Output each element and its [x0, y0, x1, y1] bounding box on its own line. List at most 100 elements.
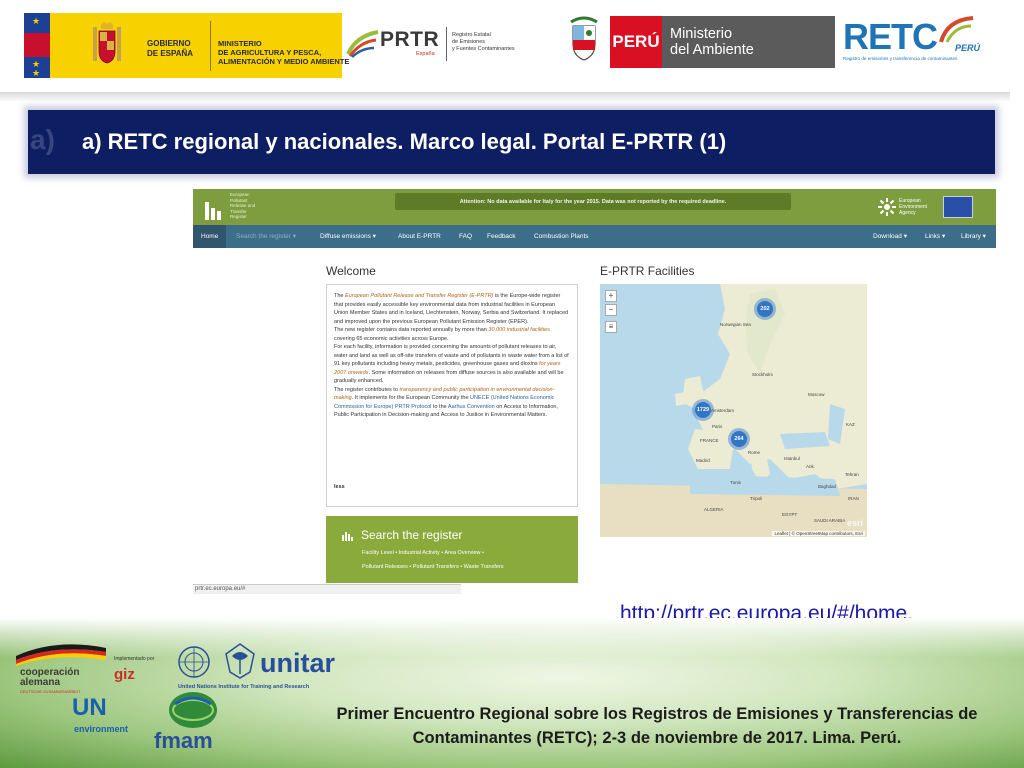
map-label: Tehran	[845, 472, 859, 477]
nav-feedback[interactable]: Feedback	[487, 225, 516, 248]
welcome-paragraph-4: The register contributes to transparency…	[334, 386, 558, 419]
map-zoom-in-button[interactable]: +	[605, 290, 617, 302]
fmam-logo: fmam	[154, 728, 213, 753]
map-cluster-marker[interactable]: 202	[754, 298, 776, 320]
prtr-swoosh-icon	[346, 30, 379, 58]
map-label: SAUDI ARABIA	[814, 518, 846, 523]
map-label: Moscow	[808, 392, 825, 397]
nav-home[interactable]: Home	[193, 225, 227, 248]
retc-peru-label: PERÚ	[955, 43, 981, 53]
welcome-paragraph-1: The European Pollutant Release and Trans…	[334, 293, 569, 325]
implementado-label: Implementado por	[114, 656, 155, 662]
map-label: FRANCE	[700, 438, 719, 443]
event-caption: Primer Encuentro Regional sobre los Regi…	[336, 705, 978, 747]
welcome-text-box: The European Pollutant Release and Trans…	[326, 284, 578, 507]
facilities-heading: E-PRTR Facilities	[600, 264, 695, 278]
map-label: Baghdad	[818, 484, 837, 489]
eprtr-link[interactable]: European Pollutant Release and Transfer …	[345, 293, 493, 299]
gef-globe-icon	[169, 692, 217, 728]
retc-peru-logo: RETC PERÚ Registro de emisiones y transf…	[843, 16, 989, 66]
map-label: Tunis	[730, 480, 741, 485]
search-register-title[interactable]: Search the register	[361, 528, 462, 542]
map-cluster-marker[interactable]: 264	[728, 428, 750, 450]
coop-text: cooperación alemana	[20, 667, 80, 688]
giz-logo: giz	[114, 666, 135, 683]
eprtr-logo-text: European Pollutant Release and Transfer …	[230, 192, 256, 219]
eprtr-header: European Pollutant Release and Transfer …	[193, 189, 996, 225]
eea-flower-icon	[878, 198, 896, 216]
welcome-paragraph-3: For each facility, information is provid…	[334, 344, 569, 384]
retc-leaf-icon	[939, 16, 974, 43]
map-attribution[interactable]: Leaflet | © OpenStreetMap contributors, …	[772, 531, 865, 536]
map-label: Tripoli	[750, 496, 763, 501]
gobierno-espana-logo: ★ ★ ★ GOBIERNO DE ESPAÑA MINISTERIO DE A…	[24, 13, 349, 78]
footer-fade	[0, 618, 1024, 658]
map-label: Paris	[712, 424, 723, 429]
prtr-espana-logo: PRTR España Registro Estatal de Emisione…	[346, 24, 536, 68]
title-ghost-text: a)	[30, 124, 55, 155]
search-register-panel[interactable]: Search the register Facility Level • Ind…	[326, 516, 578, 583]
welcome-heading: Welcome	[326, 264, 376, 278]
peru-label: PERÚ	[610, 16, 662, 68]
facilities-map[interactable]: + − ≡ 202 1729 264 Norwegian Sea Stockho…	[600, 284, 867, 537]
eprtr-navbar: Home Search the register ▾ Diffuse emiss…	[193, 225, 996, 248]
map-label: Ank.	[806, 464, 816, 469]
nav-library[interactable]: Library ▾	[961, 225, 986, 248]
nav-download[interactable]: Download ▾	[873, 225, 907, 248]
esri-logo: esri	[846, 518, 863, 528]
nav-about[interactable]: About E-PRTR	[398, 225, 441, 248]
spain-coat-of-arms-icon	[93, 22, 121, 64]
prtr-description: Registro Estatal de Emisiones y Fuentes …	[452, 32, 515, 52]
cooperacion-alemana-logo: cooperación alemana DEUTSCHE ZUSAMMENARB…	[14, 642, 106, 694]
attention-banner: Attention: No data available for Italy f…	[395, 193, 791, 210]
ministerio-ambiente-peru-logo: PERÚ Ministerio del Ambiente	[610, 16, 835, 68]
un-environment-subtitle: environment	[74, 724, 129, 734]
map-label: IRAN	[848, 496, 859, 501]
un-emblem-icon	[178, 646, 210, 678]
retc-subtitle: Registro de emisiones y transferencia de…	[843, 56, 958, 61]
map-label: Amsterdam	[711, 408, 735, 413]
map-label: ALGERIA	[704, 507, 724, 512]
nav-faq[interactable]: FAQ	[459, 225, 472, 248]
german-flag-swoosh-icon	[16, 644, 106, 666]
eprtr-logo-icon	[205, 202, 221, 220]
search-links-row-2[interactable]: Pollutant Releases • Pollutant Transfers…	[362, 564, 504, 570]
eprtr-portal-screenshot: European Pollutant Release and Transfer …	[193, 189, 996, 594]
welcome-paragraph-2: The new register contains data reported …	[334, 327, 550, 342]
eea-text: European Environment Agency	[899, 198, 928, 216]
eu-flag-icon	[943, 196, 973, 218]
browser-status-url: prtr.ec.europa.eu/#	[193, 584, 461, 594]
eea-logo[interactable]: European Environment Agency	[877, 194, 987, 220]
nav-links[interactable]: Links ▾	[925, 225, 945, 248]
map-label: Norwegian Sea	[720, 322, 751, 327]
retc-wordmark: RETC	[843, 16, 938, 57]
logo-band-shadow	[0, 92, 1010, 102]
less-toggle[interactable]: less	[334, 484, 345, 490]
unitar-emblem-icon	[225, 643, 255, 679]
facilities-link[interactable]: 30,000 industrial facilities	[488, 327, 549, 333]
aarhus-link[interactable]: Aarhus Convention	[448, 404, 495, 410]
map-label: Istanbul	[784, 456, 800, 461]
bar-chart-icon	[342, 532, 353, 541]
map-label: EGYPT	[782, 512, 798, 517]
nav-search-register[interactable]: Search the register ▾	[236, 225, 296, 248]
peru-coat-of-arms-icon	[570, 16, 598, 61]
search-links-row-1[interactable]: Facility Level • Industrial Activity • A…	[362, 550, 484, 556]
un-environment-logo: UN	[72, 694, 107, 721]
map-label: Madrid	[696, 458, 710, 463]
nav-combustion-plants[interactable]: Combustion Plants	[534, 225, 589, 248]
map-zoom-out-button[interactable]: −	[605, 304, 617, 316]
eu-flag-strip: ★ ★ ★	[24, 13, 50, 78]
nav-diffuse-emissions[interactable]: Diffuse emissions ▾	[320, 225, 376, 248]
prtr-wordmark: PRTR	[380, 28, 440, 51]
gobierno-text: GOBIERNO DE ESPAÑA	[147, 39, 194, 58]
map-label: Rome	[748, 450, 761, 455]
slide-title: a) RETC regional y nacionales. Marco leg…	[82, 129, 727, 154]
prtr-espana-sub: España	[416, 51, 435, 57]
unitar-wordmark: unitar	[260, 648, 336, 678]
map-label: KAZ	[846, 422, 855, 427]
map-label: Stockholm	[752, 372, 774, 377]
ministerio-text: MINISTERIO DE AGRICULTURA Y PESCA, ALIME…	[218, 39, 350, 66]
minam-label: Ministerio del Ambiente	[662, 16, 835, 68]
map-layers-button[interactable]: ≡	[605, 321, 617, 333]
